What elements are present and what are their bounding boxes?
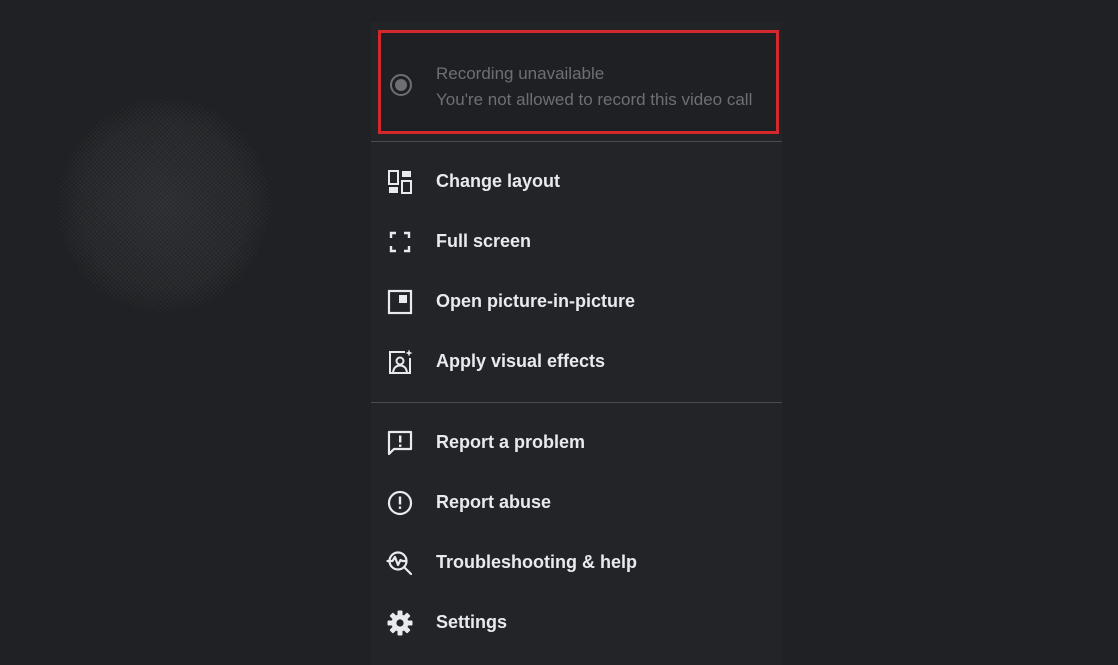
picture-in-picture-icon — [386, 288, 414, 316]
troubleshooting-item[interactable]: Troubleshooting & help — [371, 534, 782, 590]
menu-divider — [371, 402, 782, 403]
meeting-stage: Recording unavailable You're not allowed… — [0, 0, 1118, 665]
report-abuse-item[interactable]: Report abuse — [371, 474, 782, 530]
fullscreen-icon — [386, 228, 414, 256]
change-layout-label: Change layout — [436, 171, 561, 191]
feedback-icon — [386, 429, 414, 457]
participant-tile-blur — [58, 98, 270, 312]
visual-effects-label: Apply visual effects — [436, 351, 606, 371]
report-abuse-label: Report abuse — [436, 492, 552, 512]
report-problem-label: Report a problem — [436, 432, 586, 452]
menu-divider — [371, 141, 782, 142]
gear-icon — [386, 609, 414, 637]
recording-subtitle: You're not allowed to record this video … — [436, 90, 753, 109]
settings-label: Settings — [436, 612, 508, 632]
change-layout-item[interactable]: Change layout — [371, 153, 782, 209]
record-icon — [389, 73, 413, 97]
alert-icon — [386, 489, 414, 517]
troubleshoot-icon — [386, 549, 414, 577]
settings-item[interactable]: Settings — [371, 594, 782, 650]
recording-unavailable-item: Recording unavailable You're not allowed… — [378, 30, 779, 134]
picture-in-picture-item[interactable]: Open picture-in-picture — [371, 273, 782, 329]
layout-icon — [386, 168, 414, 196]
recording-title: Recording unavailable — [436, 64, 605, 83]
visual-effects-item[interactable]: Apply visual effects — [371, 333, 782, 389]
report-problem-item[interactable]: Report a problem — [371, 414, 782, 470]
visual-effects-icon — [386, 348, 414, 376]
troubleshooting-label: Troubleshooting & help — [436, 552, 637, 572]
more-options-menu: Recording unavailable You're not allowed… — [371, 22, 782, 665]
picture-in-picture-label: Open picture-in-picture — [436, 291, 636, 311]
full-screen-item[interactable]: Full screen — [371, 213, 782, 269]
full-screen-label: Full screen — [436, 231, 532, 251]
